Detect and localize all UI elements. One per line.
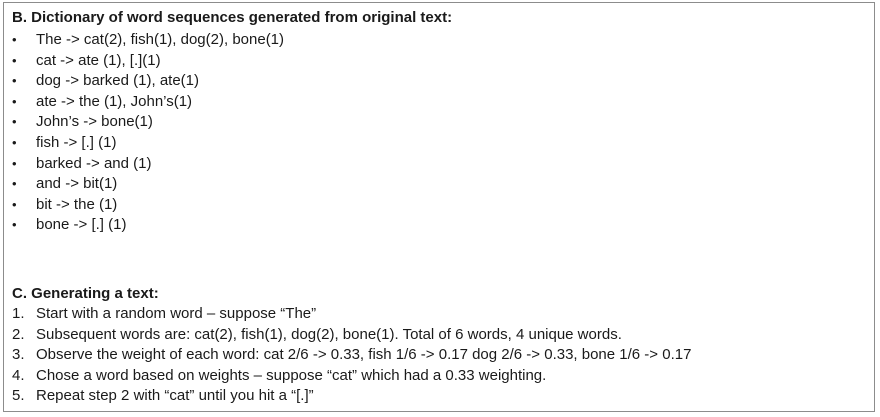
step-number: 4. xyxy=(12,366,25,384)
dictionary-entry: cat -> ate (1), [.](1) xyxy=(36,51,161,69)
step-text: Repeat step 2 with “cat” until you hit a… xyxy=(36,387,314,405)
step-number: 1. xyxy=(12,305,25,322)
bullet-marker: • xyxy=(12,155,17,171)
dictionary-entry: bone -> [.] (1) xyxy=(36,216,127,234)
bullet-marker: • xyxy=(12,32,17,47)
dictionary-entry: fish -> [.] (1) xyxy=(36,133,117,151)
bullet-marker: • xyxy=(12,217,17,233)
step-text: Subsequent words are: cat(2), fish(1), d… xyxy=(36,325,622,343)
section-c-heading: C. Generating a text: xyxy=(12,285,159,302)
document-frame: B. Dictionary of word sequences generate… xyxy=(3,2,875,412)
bullet-marker: • xyxy=(12,52,17,68)
step-number: 5. xyxy=(12,387,25,405)
step-text: Chose a word based on weights – suppose … xyxy=(36,366,547,384)
dictionary-entry: ate -> the (1), John’s(1) xyxy=(36,92,193,110)
bullet-marker: • xyxy=(12,93,17,109)
bullet-marker: • xyxy=(12,196,17,212)
bullet-marker: • xyxy=(12,176,17,192)
section-b-heading: B. Dictionary of word sequences generate… xyxy=(12,9,453,26)
dictionary-entry: and -> bit(1) xyxy=(36,175,118,193)
dictionary-entry: barked -> and (1) xyxy=(36,154,152,172)
step-text: Observe the weight of each word: cat 2/6… xyxy=(36,346,692,364)
bullet-marker: • xyxy=(12,114,17,130)
dictionary-entry: bit -> the (1) xyxy=(36,195,118,213)
step-text: Start with a random word – suppose “The” xyxy=(36,305,317,322)
dictionary-entry: John’s -> bone(1) xyxy=(36,113,153,131)
step-number: 2. xyxy=(12,325,25,343)
step-number: 3. xyxy=(12,346,25,364)
dictionary-entry: The -> cat(2), fish(1), dog(2), bone(1) xyxy=(36,31,285,48)
bullet-marker: • xyxy=(12,73,17,89)
dictionary-entry: dog -> barked (1), ate(1) xyxy=(36,72,200,90)
bullet-marker: • xyxy=(12,134,17,150)
